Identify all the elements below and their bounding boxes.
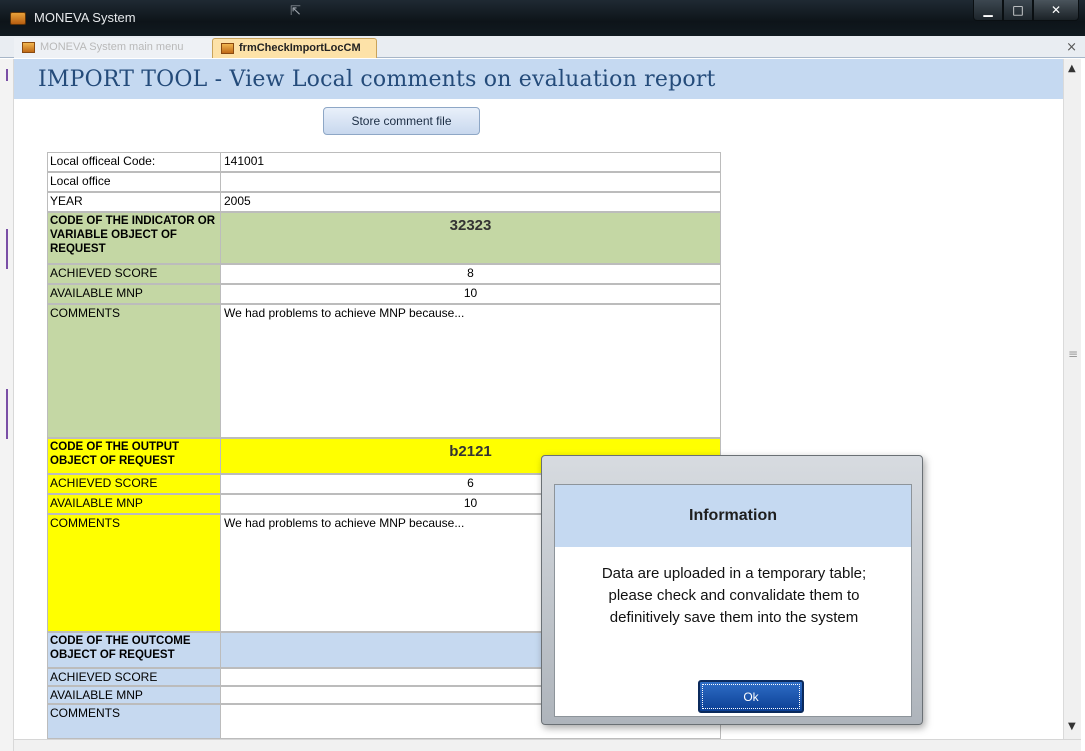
dialog-title: Information	[555, 485, 911, 547]
achieved-score-label: ACHIEVED SCORE	[47, 668, 221, 686]
edge-mark	[6, 69, 8, 81]
available-mnp-label: AVAILABLE MNP	[47, 494, 221, 514]
left-edge-strip	[0, 59, 14, 751]
achieved-score-label: ACHIEVED SCORE	[47, 474, 221, 494]
outcome-code-label: CODE OF THE OUTCOME OBJECT OF REQUEST	[47, 632, 221, 668]
row-indicator-mnp: AVAILABLE MNP 10	[47, 284, 721, 304]
achieved-score-field[interactable]: 8	[220, 264, 721, 284]
close-window-button[interactable]: ✕	[1033, 0, 1079, 21]
local-office-label: Local office	[47, 172, 221, 192]
page-title: IMPORT TOOL - View Local comments on eva…	[38, 67, 716, 92]
row-indicator-comments: COMMENTS We had problems to achieve MNP …	[47, 304, 721, 438]
tab-label: MONEVA System main menu	[40, 41, 184, 53]
scroll-grip-icon[interactable]: ≡	[1068, 347, 1078, 361]
output-code-label: CODE OF THE OUTPUT OBJECT OF REQUEST	[47, 438, 221, 474]
achieved-score-label: ACHIEVED SCORE	[47, 264, 221, 284]
window-controls: ▁ □ ✕	[973, 0, 1079, 22]
comments-field[interactable]: We had problems to achieve MNP because..…	[220, 304, 721, 438]
comments-label: COMMENTS	[47, 514, 221, 632]
edge-mark	[6, 229, 8, 269]
indicator-code-label: CODE OF THE INDICATOR OR VARIABLE OBJECT…	[47, 212, 221, 264]
dialog-message-line: please check and convalidate them to	[608, 587, 860, 604]
vertical-scrollbar[interactable]: ▲ ≡ ▼	[1063, 59, 1081, 739]
store-comment-file-button[interactable]: Store comment file	[323, 107, 480, 135]
edge-mark	[6, 389, 8, 439]
information-dialog: Information Data are uploaded in a tempo…	[541, 455, 923, 725]
document-tab-strip: MONEVA System main menu frmCheckImportLo…	[0, 36, 1085, 58]
scroll-down-icon[interactable]: ▼	[1068, 721, 1076, 732]
comments-label: COMMENTS	[47, 704, 221, 739]
dialog-message-line: Data are uploaded in a temporary table;	[601, 565, 867, 582]
mouse-cursor-icon: ⇱	[290, 4, 301, 19]
close-tab-icon[interactable]: ×	[1066, 40, 1077, 55]
row-indicator-code: CODE OF THE INDICATOR OR VARIABLE OBJECT…	[47, 212, 721, 264]
window-title-bar: MONEVA System ⇱ ▁ □ ✕	[0, 0, 1085, 36]
form-icon	[221, 43, 234, 54]
tab-frmcheckimportloccm[interactable]: frmCheckImportLocCM	[212, 38, 377, 58]
dialog-message-line: definitively save them into the system	[609, 609, 859, 626]
row-local-office: Local office	[47, 172, 721, 192]
ok-button[interactable]: Ok	[698, 680, 804, 713]
year-label: YEAR	[47, 192, 221, 212]
minimize-button[interactable]: ▁	[973, 0, 1003, 21]
local-office-field[interactable]	[220, 172, 721, 192]
form-header: IMPORT TOOL - View Local comments on eva…	[14, 59, 1063, 99]
dialog-title-bar[interactable]	[542, 456, 922, 484]
available-mnp-label: AVAILABLE MNP	[47, 686, 221, 704]
scroll-up-icon[interactable]: ▲	[1068, 63, 1076, 74]
row-local-code: Local officeal Code: 141001	[47, 152, 721, 172]
year-field[interactable]: 2005	[220, 192, 721, 212]
dialog-body: Information Data are uploaded in a tempo…	[554, 484, 912, 717]
app-icon	[10, 12, 26, 25]
window-title: MONEVA System	[34, 10, 136, 25]
tab-main-menu[interactable]: MONEVA System main menu	[14, 38, 212, 58]
tab-label: frmCheckImportLocCM	[239, 42, 361, 54]
comments-label: COMMENTS	[47, 304, 221, 438]
available-mnp-field[interactable]: 10	[220, 284, 721, 304]
bottom-bar	[14, 739, 1081, 751]
local-code-field[interactable]: 141001	[220, 152, 721, 172]
row-indicator-achieved: ACHIEVED SCORE 8	[47, 264, 721, 284]
row-year: YEAR 2005	[47, 192, 721, 212]
indicator-code-field[interactable]: 32323	[220, 212, 721, 264]
local-code-label: Local officeal Code:	[47, 152, 221, 172]
available-mnp-label: AVAILABLE MNP	[47, 284, 221, 304]
dialog-message: Data are uploaded in a temporary table; …	[565, 563, 903, 629]
maximize-button[interactable]: □	[1003, 0, 1033, 21]
form-icon	[22, 42, 35, 53]
